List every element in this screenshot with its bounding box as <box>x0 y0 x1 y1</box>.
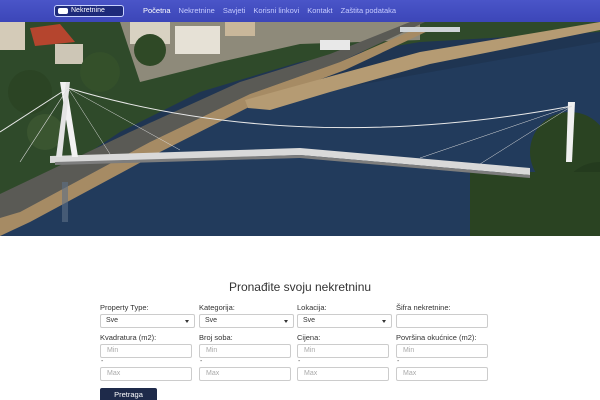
main-nav: Početna Nekretnine Savjeti Korisni linko… <box>140 0 401 22</box>
house-icon <box>58 8 68 14</box>
price-range-dash: - <box>298 358 301 365</box>
nav-contact[interactable]: Kontakt <box>304 0 335 22</box>
bridge-photo <box>0 22 600 236</box>
rooms-label: Broj soba: <box>199 333 233 342</box>
yard-range-dash: - <box>397 358 400 365</box>
caret-down-icon <box>382 320 386 323</box>
price-min-input[interactable]: Min <box>297 344 389 358</box>
site-logo[interactable]: Nekretnine <box>54 5 124 17</box>
location-label: Lokacija: <box>297 303 327 312</box>
top-navbar: Nekretnine Početna Nekretnine Savjeti Ko… <box>0 0 600 22</box>
logo-text: Nekretnine <box>71 7 105 14</box>
caret-down-icon <box>284 320 288 323</box>
hero-image <box>0 22 600 236</box>
category-select[interactable]: Sve <box>199 314 294 328</box>
yard-min-input[interactable]: Min <box>396 344 488 358</box>
location-select[interactable]: Sve <box>297 314 392 328</box>
rooms-max-input[interactable]: Max <box>199 367 291 381</box>
nav-useful-links[interactable]: Korisni linkovi <box>250 0 302 22</box>
code-label: Šifra nekretnine: <box>396 303 451 312</box>
category-value: Sve <box>205 317 218 324</box>
category-label: Kategorija: <box>199 303 235 312</box>
nav-properties[interactable]: Nekretnine <box>176 0 218 22</box>
area-label: Kvadratura (m2): <box>100 333 157 342</box>
rooms-range-dash: - <box>200 358 203 365</box>
search-submit-button[interactable]: Pretraga <box>100 388 157 400</box>
rooms-min-input[interactable]: Min <box>199 344 291 358</box>
search-title: Pronađite svoju nekretninu <box>228 280 372 294</box>
area-range-dash: - <box>101 358 104 365</box>
location-value: Sve <box>303 317 316 324</box>
property-type-value: Sve <box>106 317 119 324</box>
nav-privacy[interactable]: Zaštita podataka <box>338 0 399 22</box>
price-label: Cijena: <box>297 333 321 342</box>
price-max-input[interactable]: Max <box>297 367 389 381</box>
yard-max-input[interactable]: Max <box>396 367 488 381</box>
code-input[interactable] <box>396 314 488 328</box>
area-max-input[interactable]: Max <box>100 367 192 381</box>
nav-advice[interactable]: Savjeti <box>220 0 249 22</box>
property-type-select[interactable]: Sve <box>100 314 195 328</box>
area-min-input[interactable]: Min <box>100 344 192 358</box>
caret-down-icon <box>185 320 189 323</box>
yard-label: Površina okućnice (m2): <box>396 333 477 342</box>
property-type-label: Property Type: <box>100 303 149 312</box>
nav-home[interactable]: Početna <box>140 0 174 22</box>
